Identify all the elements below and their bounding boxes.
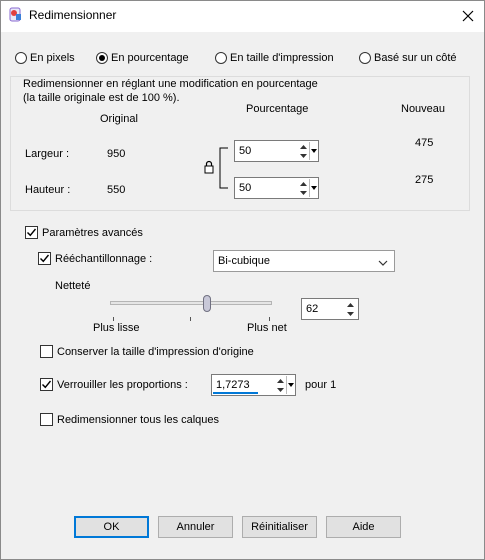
- spinner-arrows[interactable]: [275, 377, 285, 393]
- radio-label: En pourcentage: [111, 52, 189, 64]
- radio-icon[interactable]: [215, 52, 227, 64]
- spin-down-icon[interactable]: [345, 310, 355, 317]
- resample-method-value: Bi-cubique: [218, 255, 270, 267]
- checkbox-label: Verrouiller les proportions :: [57, 378, 188, 391]
- spin-up-icon[interactable]: [345, 301, 355, 308]
- radio-label: Basé sur un côté: [374, 52, 457, 64]
- close-icon: [462, 10, 474, 22]
- ok-button[interactable]: OK: [74, 516, 149, 538]
- slider-max-label: Plus net: [247, 322, 287, 334]
- checkbox-label: Conserver la taille d'impression d'origi…: [57, 345, 254, 358]
- cancel-button[interactable]: Annuler: [158, 516, 233, 538]
- spinner-arrows[interactable]: [298, 180, 308, 196]
- checkbox-icon[interactable]: [40, 345, 53, 358]
- checkbox-label: Redimensionner tous les calques: [57, 413, 220, 426]
- width-original-value: 950: [107, 148, 126, 160]
- reset-button[interactable]: Réinitialiser: [242, 516, 317, 538]
- checkbox-icon[interactable]: [38, 252, 51, 265]
- spin-down-icon[interactable]: [298, 189, 308, 196]
- chevron-down-icon[interactable]: [378, 257, 388, 269]
- lock-icon[interactable]: [204, 160, 214, 177]
- help-button[interactable]: Aide: [326, 516, 401, 538]
- title-bar[interactable]: Redimensionner: [1, 1, 484, 32]
- slider-min-label: Plus lisse: [93, 322, 140, 334]
- group-description-line2: (la taille originale est de 100 %).: [23, 92, 180, 104]
- column-original-header: Original: [100, 113, 138, 125]
- radio-label: En pixels: [30, 52, 75, 64]
- app-icon: [8, 7, 24, 23]
- dropdown-arrow-icon[interactable]: [309, 142, 317, 160]
- radio-label: En taille d'impression: [230, 52, 334, 64]
- checkbox-icon[interactable]: [25, 226, 38, 239]
- resize-dialog: Redimensionner En pixels En pourcentage …: [0, 0, 485, 560]
- resample-method-select[interactable]: Bi-cubique: [213, 250, 395, 272]
- spinner-arrows[interactable]: [345, 301, 355, 317]
- height-new-value: 275: [415, 174, 434, 186]
- spin-down-icon[interactable]: [298, 152, 308, 159]
- checkbox-label: Paramètres avancés: [42, 226, 143, 239]
- column-new-header: Nouveau: [401, 103, 446, 115]
- slider-tick: [190, 317, 191, 321]
- slider-tick: [269, 317, 270, 321]
- width-label: Largeur :: [25, 148, 70, 160]
- sharpness-spinner[interactable]: 62: [301, 298, 359, 320]
- window-title: Redimensionner: [29, 8, 117, 22]
- column-percentage-header: Pourcentage: [246, 103, 309, 115]
- spin-up-icon[interactable]: [298, 180, 308, 187]
- keep-print-size-checkbox[interactable]: Conserver la taille d'impression d'origi…: [40, 345, 254, 358]
- checkbox-label: Rééchantillonnage :: [55, 252, 153, 265]
- width-percent-input[interactable]: 50: [239, 145, 251, 157]
- lock-ratio-checkbox[interactable]: Verrouiller les proportions :: [40, 378, 188, 391]
- height-percent-input[interactable]: 50: [239, 182, 251, 194]
- ratio-focus-underline: [213, 392, 258, 394]
- radio-mode-one-side[interactable]: Basé sur un côté: [359, 52, 457, 64]
- height-original-value: 550: [107, 184, 126, 196]
- radio-icon[interactable]: [96, 52, 108, 64]
- sharpness-label: Netteté: [55, 280, 91, 292]
- checkbox-icon[interactable]: [40, 378, 53, 391]
- height-percent-spinner[interactable]: 50: [234, 177, 319, 199]
- ratio-suffix: pour 1: [305, 379, 337, 391]
- help-button-label: Aide: [352, 521, 375, 533]
- radio-mode-percentage[interactable]: En pourcentage: [96, 52, 189, 64]
- close-button[interactable]: [452, 1, 484, 31]
- spinner-arrows[interactable]: [298, 143, 308, 159]
- cancel-button-label: Annuler: [176, 521, 215, 533]
- slider-tick: [113, 317, 114, 321]
- sharpness-slider-thumb[interactable]: [203, 295, 211, 312]
- sharpness-slider-track[interactable]: [110, 301, 272, 305]
- advanced-settings-checkbox[interactable]: Paramètres avancés: [25, 226, 143, 239]
- spin-up-icon[interactable]: [298, 143, 308, 150]
- ok-button-label: OK: [103, 521, 120, 533]
- radio-mode-print-size[interactable]: En taille d'impression: [215, 52, 334, 64]
- width-new-value: 475: [415, 137, 434, 149]
- dropdown-arrow-icon[interactable]: [309, 179, 317, 197]
- reset-button-label: Réinitialiser: [251, 521, 308, 533]
- sharpness-input[interactable]: 62: [306, 303, 318, 315]
- radio-icon[interactable]: [15, 52, 27, 64]
- resample-checkbox[interactable]: Rééchantillonnage :: [38, 252, 152, 265]
- ratio-input[interactable]: 1,7273: [216, 379, 250, 391]
- checkbox-icon[interactable]: [40, 413, 53, 426]
- spin-down-icon[interactable]: [275, 386, 285, 393]
- spin-up-icon[interactable]: [275, 377, 285, 384]
- radio-icon[interactable]: [359, 52, 371, 64]
- height-label: Hauteur :: [25, 184, 71, 196]
- dropdown-arrow-icon[interactable]: [286, 376, 294, 394]
- width-percent-spinner[interactable]: 50: [234, 140, 319, 162]
- radio-mode-pixels[interactable]: En pixels: [15, 52, 75, 64]
- resize-all-layers-checkbox[interactable]: Redimensionner tous les calques: [40, 413, 219, 426]
- group-description-line1: Redimensionner en réglant une modificati…: [23, 78, 318, 90]
